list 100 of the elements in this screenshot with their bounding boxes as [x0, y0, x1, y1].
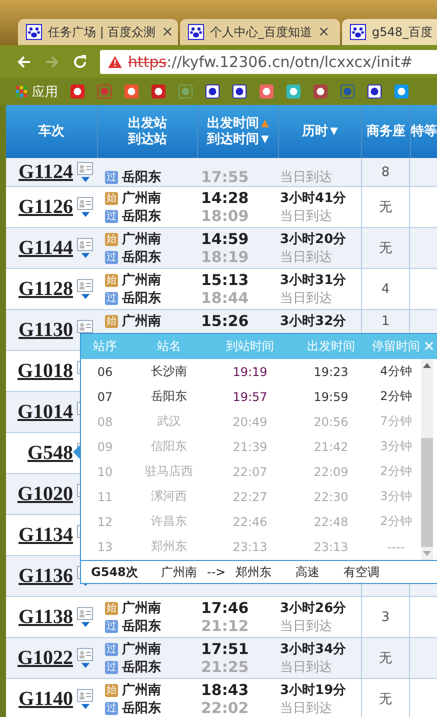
departure-time: 23:13	[314, 540, 348, 554]
dropdown-icon[interactable]	[80, 704, 90, 709]
column-header[interactable]: 车次	[38, 124, 64, 140]
duration: 3小时41分	[280, 190, 346, 207]
train-number-link[interactable]: G1022	[17, 646, 73, 670]
bookmark-icon[interactable]	[124, 84, 139, 99]
arrival-time: 20:49	[232, 414, 268, 428]
apps-grid-icon	[16, 86, 28, 98]
stop-duration: 2分钟	[380, 388, 412, 405]
train-number-link[interactable]: G548	[27, 442, 73, 464]
station-name: 岳阳东	[122, 290, 161, 307]
origin-station: 广州南	[161, 564, 197, 580]
address-field[interactable]: https://kyfw.12306.cn/otn/lcxxcx/init#	[100, 50, 437, 74]
train-number-link[interactable]: G1020	[17, 482, 73, 506]
card-icon[interactable]	[77, 238, 93, 251]
close-icon[interactable]: ×	[162, 24, 174, 40]
arrival-time: 19:57	[232, 390, 268, 404]
train-number-link[interactable]: G1144	[18, 236, 73, 260]
station-name: 驻马店西	[145, 463, 193, 480]
train-number-link[interactable]: G1134	[18, 524, 73, 546]
bookmark-icon[interactable]	[286, 84, 301, 99]
card-icon[interactable]	[77, 648, 93, 661]
bookmark-icon[interactable]	[394, 84, 409, 99]
train-number-link[interactable]: G1140	[18, 688, 73, 710]
stop-duration: 2分钟	[380, 463, 412, 480]
card-icon[interactable]	[77, 607, 93, 620]
column-header[interactable]: 到达站	[128, 132, 167, 148]
departure-time: 15:13	[201, 271, 249, 289]
bookmark-icon[interactable]	[313, 84, 328, 99]
card-icon[interactable]	[77, 197, 93, 210]
departure-time: 21:42	[314, 440, 348, 454]
arrival-time: 23:13	[232, 540, 268, 554]
stop-duration: 7分钟	[380, 413, 412, 430]
station-badge: 过	[105, 660, 118, 674]
arrival-time: 21:25	[201, 658, 249, 676]
card-icon[interactable]	[77, 162, 93, 175]
arrival-time: 21:39	[232, 440, 268, 454]
browser-tab[interactable]: g548_百度	[342, 19, 437, 45]
bookmark-icon[interactable]	[205, 84, 220, 99]
station-badge: 始	[105, 274, 118, 286]
departure-time: 20:56	[314, 414, 348, 428]
dropdown-icon[interactable]	[80, 212, 90, 217]
train-number-link[interactable]: G1128	[18, 278, 73, 300]
arrival-time: 17:55	[201, 168, 249, 186]
bookmark-icon[interactable]	[70, 84, 85, 99]
column-header[interactable]: 商务座	[366, 124, 406, 140]
scroll-up-icon[interactable]	[423, 363, 431, 368]
station-name: 岳阳东	[122, 618, 161, 635]
stop-duration: 3分钟	[380, 438, 412, 455]
train-number-link[interactable]: G1138	[18, 606, 73, 628]
arrival-note: 当日到达	[280, 169, 332, 186]
card-icon[interactable]	[77, 689, 93, 702]
train-number-link[interactable]: G1018	[17, 360, 73, 382]
arrival-time: 18:19	[201, 248, 249, 266]
dropdown-icon[interactable]	[80, 663, 90, 668]
stop-number: 06	[97, 364, 113, 378]
station-badge: 始	[105, 192, 118, 204]
apps-bookmark[interactable]: 应用	[16, 82, 58, 100]
column-header[interactable]: 历时▼	[302, 124, 338, 140]
station-name: 岳阳东	[122, 658, 161, 676]
back-icon[interactable]	[16, 54, 32, 70]
train-number-link[interactable]: G1130	[18, 318, 73, 342]
arrival-time: 18:09	[201, 207, 249, 225]
dropdown-icon[interactable]	[80, 294, 90, 299]
departure-time: 22:30	[314, 490, 348, 504]
bookmark-icon[interactable]	[367, 84, 382, 99]
bookmark-icon[interactable]	[151, 84, 166, 99]
stop-duration: 3分钟	[380, 488, 412, 505]
train-number-link[interactable]: G1124	[18, 160, 73, 184]
card-icon[interactable]	[77, 279, 93, 292]
browser-tab[interactable]: 任务广场 | 百度众测 ×	[18, 19, 178, 45]
bookmark-icon[interactable]	[259, 84, 274, 99]
departure-time: 22:09	[314, 464, 348, 478]
train-number-link[interactable]: G1014	[17, 400, 73, 424]
column-header[interactable]: 到达时间▼	[207, 132, 269, 148]
duration: 3小时20分	[280, 231, 346, 248]
duration: 3小时34分	[280, 641, 346, 658]
station-badge: 始	[105, 684, 118, 696]
card-icon[interactable]	[77, 320, 93, 333]
train-number-link[interactable]: G1126	[18, 196, 73, 218]
dropdown-icon[interactable]	[80, 622, 90, 627]
close-icon[interactable]: ×	[318, 24, 330, 40]
column-header: 站名	[157, 338, 181, 355]
reload-icon[interactable]	[72, 54, 88, 70]
station-name: 武汉	[157, 413, 181, 430]
seat-cell: 无	[361, 638, 410, 678]
seat-cell: 无	[361, 187, 410, 227]
column-header[interactable]: 特等	[411, 124, 437, 140]
browser-tab[interactable]: 个人中心_百度知道 ×	[180, 19, 340, 45]
dropdown-icon[interactable]	[80, 177, 90, 182]
bookmark-icon[interactable]	[232, 84, 247, 99]
arrival-note: 当日到达	[280, 290, 332, 307]
scrollbar[interactable]	[421, 359, 433, 560]
station-badge: 过	[105, 620, 118, 632]
train-number-link[interactable]: G1136	[18, 564, 73, 588]
arrival-time: 22:46	[232, 514, 268, 528]
arrival-note: 当日到达	[280, 659, 332, 676]
station-badge: 过	[105, 210, 118, 222]
stop-number: 07	[97, 390, 113, 404]
dropdown-icon[interactable]	[80, 253, 90, 258]
